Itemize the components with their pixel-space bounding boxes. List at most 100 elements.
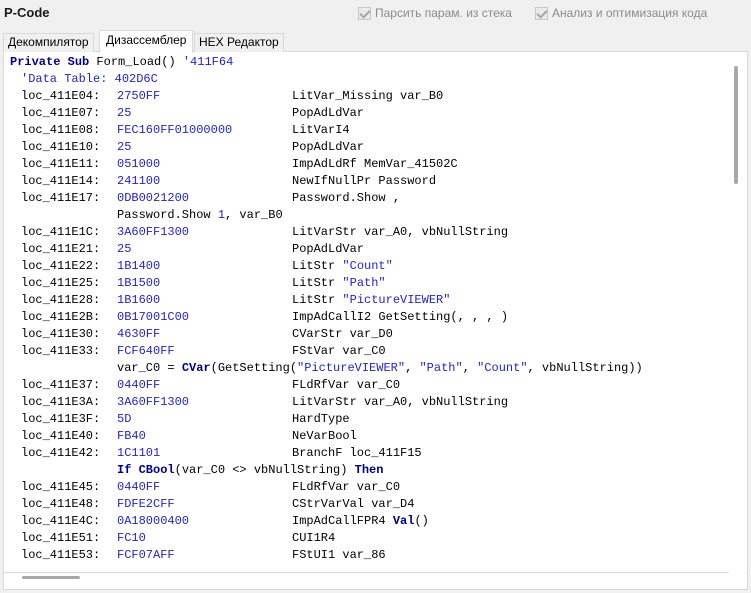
opcode-bytes: 3A60FF1300	[117, 395, 190, 409]
asm-line: loc_411E30: 4630FF CVarStr var_D0	[10, 326, 725, 343]
instruction: Password.Show ,	[292, 190, 400, 207]
instruction-text: FStUI1 var_86	[292, 548, 386, 562]
instruction: FStUI1 var_86	[292, 547, 386, 564]
opcode-bytes: FC10	[117, 531, 146, 545]
instruction: PopAdLdVar	[292, 139, 364, 156]
opcode-bytes: 051000	[117, 157, 161, 171]
opcode-bytes: 0440FF	[117, 480, 161, 494]
line-address: loc_411E17:	[21, 191, 101, 205]
line-address: loc_411E37:	[21, 378, 101, 392]
sub-name: Form_Load()	[89, 55, 183, 69]
code-panel: Private Sub Form_Load() '411F64 'Data Ta…	[3, 52, 748, 573]
keyword-sub: Sub	[67, 55, 90, 69]
line-address: loc_411E45:	[21, 480, 101, 494]
keyword-val: Val	[392, 514, 415, 528]
opcode-bytes: 0B17001C00	[117, 310, 190, 324]
keyword-if: If	[117, 463, 132, 477]
instruction-text: LitStr	[292, 276, 343, 290]
keyword-then: Then	[354, 463, 384, 477]
instruction: NewIfNullPr Password	[292, 173, 436, 190]
vertical-scroll-thumb[interactable]	[734, 66, 738, 184]
instruction-tail: ()	[414, 514, 429, 528]
instruction-text: LitStr	[292, 259, 343, 273]
keyword-cbool: CBool	[138, 463, 175, 477]
string-literal: "PictureVIEWER"	[297, 361, 406, 375]
instruction: PopAdLdVar	[292, 105, 364, 122]
instruction: PopAdLdVar	[292, 241, 364, 258]
opcode-bytes: 0440FF	[117, 378, 161, 392]
opcode-bytes: FB40	[117, 429, 146, 443]
disassembly-view[interactable]: Private Sub Form_Load() '411F64 'Data Ta…	[10, 54, 725, 568]
checkbox-checked-icon	[535, 6, 548, 20]
asm-line: loc_411E25: 1B1500 LitStr "Path"	[10, 275, 725, 292]
line-address: loc_411E33:	[21, 344, 101, 358]
instruction-text: ImpAdCallI2 GetSetting(, , , )	[292, 310, 509, 324]
data-table-comment: 'Data Table: 402D6C	[21, 72, 158, 86]
opcode-bytes: 1B1500	[117, 276, 161, 290]
instruction-text: LitVarI4	[292, 123, 350, 137]
analyze-optimize-checkbox[interactable]: Анализ и оптимизация кода	[535, 6, 707, 20]
opcode-bytes: 2750FF	[117, 89, 161, 103]
line-address: loc_411E08:	[21, 123, 101, 137]
string-literal: "PictureVIEWER"	[342, 293, 451, 307]
instruction: ImpAdLdRf MemVar_41502C	[292, 156, 458, 173]
asm-line: loc_411E22: 1B1400 LitStr "Count"	[10, 258, 725, 275]
opcode-bytes: 25	[117, 106, 132, 120]
line-address: loc_411E4C:	[21, 514, 101, 528]
line-address: loc_411E53:	[21, 548, 101, 562]
line-address: loc_411E28:	[21, 293, 101, 307]
parse-params-checkbox[interactable]: Парсить парам. из стека	[358, 6, 512, 20]
asm-line: loc_411E4C: 0A18000400 ImpAdCallFPR4 Val()	[10, 513, 725, 530]
opcode-bytes: 25	[117, 140, 132, 154]
sub-address: '411F64	[182, 55, 234, 69]
opcode-bytes: 4630FF	[117, 327, 161, 341]
instruction-text: HardType	[292, 412, 350, 426]
instruction-text: CUI1R4	[292, 531, 336, 545]
line-address: loc_411E25:	[21, 276, 101, 290]
horizontal-scrollbar[interactable]	[3, 573, 748, 590]
line-address: loc_411E22:	[21, 259, 101, 273]
instruction: LitVarI4	[292, 122, 350, 139]
line-address: loc_411E11:	[21, 157, 101, 171]
tab-disassembler[interactable]: Дизассемблер	[99, 30, 194, 53]
source-condition: (var_C0 <> vbNullString)	[174, 463, 355, 477]
vertical-scrollbar[interactable]	[729, 52, 746, 573]
instruction-text: PopAdLdVar	[292, 242, 365, 256]
source-sep: ,	[462, 361, 478, 375]
source-sep: ,	[405, 361, 420, 375]
instruction-text: FLdRfVar var_C0	[292, 378, 401, 392]
tab-decompiler[interactable]: Декомпилятор	[3, 33, 94, 52]
string-literal: "Path"	[419, 361, 463, 375]
asm-line: loc_411E3F: 5D HardType	[10, 411, 725, 428]
asm-line: loc_411E07: 25 PopAdLdVar	[10, 105, 725, 122]
asm-line: loc_411E1C: 3A60FF1300 LitVarStr var_A0, v…	[10, 224, 725, 241]
asm-line: loc_411E42: 1C1101 BranchF loc_411F15	[10, 445, 725, 462]
instruction-text: FStVar var_C0	[292, 344, 386, 358]
opcode-bytes: FEC160FF01000000	[117, 123, 233, 137]
opcode-bytes: FDFE2CFF	[117, 497, 175, 511]
numeric-literal: 1	[217, 208, 226, 222]
tab-hex-editor[interactable]: HEX Редактор	[194, 33, 284, 52]
line-address: loc_411E14:	[21, 174, 101, 188]
opcode-bytes: FCF640FF	[117, 344, 175, 358]
instruction: LitStr "Path"	[292, 275, 386, 292]
sub-header-line: Private Sub Form_Load() '411F64	[10, 54, 725, 71]
instruction-text: LitVarStr var_A0, vbNullString	[292, 225, 509, 239]
opcode-bytes: 25	[117, 242, 132, 256]
asm-line: loc_411E53: FCF07AFF FStUI1 var_86	[10, 547, 725, 564]
opcode-bytes: 1C1101	[117, 446, 161, 460]
horizontal-scroll-thumb[interactable]	[22, 576, 80, 579]
line-address: loc_411E07:	[21, 106, 101, 120]
source-text: Password.Show 1, var_B0	[117, 207, 283, 224]
instruction: LitStr "Count"	[292, 258, 393, 275]
opcode-bytes: 5D	[117, 412, 132, 426]
asm-line: loc_411E51: FC10 CUI1R4	[10, 530, 725, 547]
instruction-text: FLdRfVar var_C0	[292, 480, 401, 494]
data-table-comment-line: 'Data Table: 402D6C	[10, 71, 725, 88]
line-address: loc_411E10:	[21, 140, 101, 154]
instruction: FStVar var_C0	[292, 343, 386, 360]
parse-params-label: Парсить парам. из стека	[375, 6, 512, 20]
source-line-if: If CBool(var_C0 <> vbNullString) Then	[10, 462, 725, 479]
line-address: loc_411E2B:	[21, 310, 101, 324]
line-address: loc_411E40:	[21, 429, 101, 443]
